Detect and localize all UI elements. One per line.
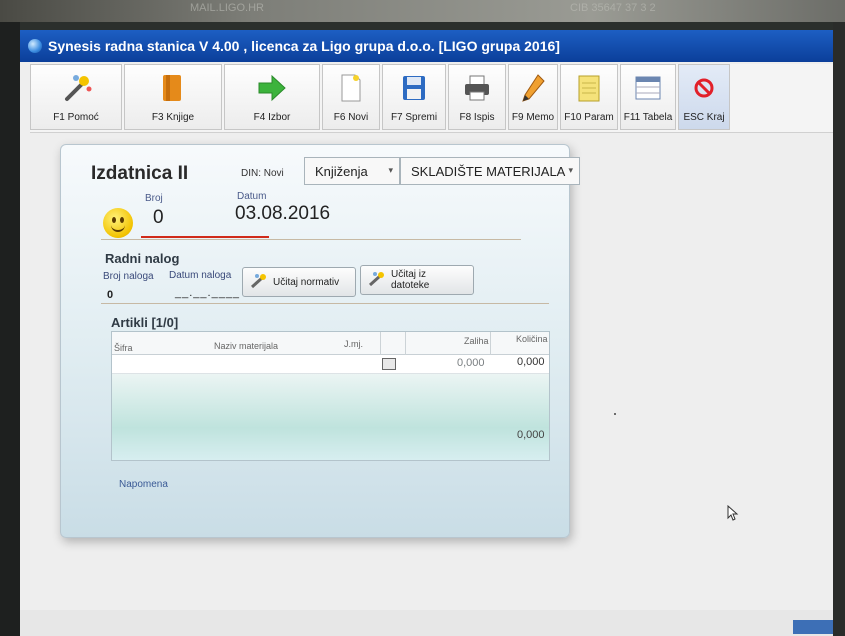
smiley-icon [103, 208, 133, 238]
chevron-down-icon: ▾ [388, 165, 393, 175]
save-button[interactable]: F7 Spremi [382, 64, 446, 130]
col-naziv[interactable]: Naziv materijala [214, 341, 278, 351]
broj-naloga-label: Broj naloga [103, 271, 154, 282]
radni-nalog-title: Radni nalog [105, 251, 180, 266]
exit-button-label: ESC Kraj [683, 112, 725, 123]
load-normativ-button[interactable]: Učitaj normativ [242, 267, 356, 297]
col-jmj[interactable]: J.mj. [344, 339, 363, 349]
books-button[interactable]: F3 Knjige [124, 64, 222, 130]
window-title: Synesis radna stanica V 4.00 , licenca z… [48, 38, 560, 54]
floppy-disk-icon [401, 72, 427, 104]
col-sifra[interactable]: Šifra [114, 343, 133, 353]
broj-naloga-value[interactable]: 0 [107, 289, 113, 301]
row-kolicina[interactable]: 0,000 [517, 356, 545, 368]
magic-wand-icon [249, 273, 269, 292]
datum-naloga-label: Datum naloga [169, 270, 232, 281]
memo-button-label: F9 Memo [511, 112, 555, 123]
magic-wand-icon [59, 72, 93, 104]
background-ghost-text-2: CIB 35647 37 3 2 [570, 2, 656, 14]
app-logo-icon [28, 39, 42, 53]
kolicina-total: 0,000 [517, 429, 545, 441]
magic-wand-icon [367, 271, 387, 290]
main-toolbar: F1 Pomoć F3 Knjige F4 Izbor F6 Novi F7 S… [30, 64, 833, 133]
pencil-icon [520, 72, 546, 104]
new-button[interactable]: F6 Novi [322, 64, 380, 130]
new-button-label: F6 Novi [333, 112, 369, 123]
taskbar-clock[interactable] [793, 620, 833, 634]
new-document-icon [339, 72, 363, 104]
table-icon [634, 72, 662, 104]
din-label: DIN: Novi [241, 168, 284, 179]
monitor-bezel-left [0, 22, 20, 636]
load-from-file-button[interactable]: Učitaj iz datoteke [360, 265, 474, 295]
printer-icon [463, 72, 491, 104]
print-button[interactable]: F8 Ispis [448, 64, 506, 130]
memo-button[interactable]: F9 Memo [508, 64, 558, 130]
stop-icon [693, 72, 715, 104]
mode-select[interactable]: Knjiženja ▾ [304, 157, 400, 185]
taskbar [20, 610, 833, 636]
background-ghost-text: MAIL.LIGO.HR [190, 2, 264, 14]
help-button-label: F1 Pomoć [53, 112, 99, 123]
params-button[interactable]: F10 Param [560, 64, 618, 130]
datum-input[interactable]: 03.08.2016 [235, 203, 330, 225]
table-row[interactable]: 0,000 0,000 [112, 355, 549, 374]
col-zaliha[interactable]: Zaliha [464, 336, 489, 346]
table-button[interactable]: F11 Tabela [620, 64, 676, 130]
exit-button[interactable]: ESC Kraj [678, 64, 730, 130]
window-titlebar[interactable]: Synesis radna stanica V 4.00 , licenca z… [20, 30, 833, 62]
table-button-label: F11 Tabela [623, 112, 673, 123]
chevron-down-icon: ▾ [568, 165, 573, 175]
load-normativ-label: Učitaj normativ [273, 276, 340, 288]
datum-label: Datum [237, 191, 267, 202]
broj-input[interactable]: 0 [153, 207, 164, 229]
monitor-bezel-right [833, 22, 845, 636]
mouse-pointer-icon [727, 504, 739, 526]
load-from-file-label: Učitaj iz datoteke [391, 269, 430, 291]
lookup-icon[interactable] [382, 358, 396, 370]
select-button[interactable]: F4 Izbor [224, 64, 320, 130]
divider [101, 303, 549, 304]
app-window: Synesis radna stanica V 4.00 , licenca z… [20, 30, 833, 636]
arrow-right-icon [257, 72, 287, 104]
izdatnica-form: Izdatnica II DIN: Novi Knjiženja ▾ SKLAD… [60, 144, 580, 538]
divider [101, 239, 521, 240]
form-title: Izdatnica II [91, 163, 189, 184]
napomena-label[interactable]: Napomena [119, 479, 168, 490]
photo-top-strip: MAIL.LIGO.HR CIB 35647 37 3 2 [0, 0, 845, 22]
broj-input-underline [141, 236, 269, 238]
stray-dot [614, 413, 616, 415]
books-button-label: F3 Knjige [151, 112, 195, 123]
book-icon [160, 72, 186, 104]
warehouse-select-value: SKLADIŠTE MATERIJALA [411, 163, 566, 179]
grid-header: Šifra Naziv materijala J.mj. Zaliha Koli… [112, 332, 549, 355]
artikli-title: Artikli [1/0] [111, 315, 179, 330]
save-button-label: F7 Spremi [390, 112, 438, 123]
artikli-grid[interactable]: Šifra Naziv materijala J.mj. Zaliha Koli… [111, 331, 550, 461]
broj-label: Broj [145, 193, 163, 204]
notepad-icon [576, 72, 602, 104]
print-button-label: F8 Ispis [459, 112, 495, 123]
warehouse-select[interactable]: SKLADIŠTE MATERIJALA ▾ [400, 157, 580, 185]
datum-naloga-input[interactable]: __.__.____ [175, 287, 240, 299]
row-zaliha: 0,000 [457, 357, 485, 369]
select-button-label: F4 Izbor [253, 112, 291, 123]
col-kolicina[interactable]: Količina [516, 334, 548, 344]
params-button-label: F10 Param [564, 112, 614, 123]
mode-select-value: Knjiženja [315, 163, 368, 179]
help-button[interactable]: F1 Pomoć [30, 64, 122, 130]
